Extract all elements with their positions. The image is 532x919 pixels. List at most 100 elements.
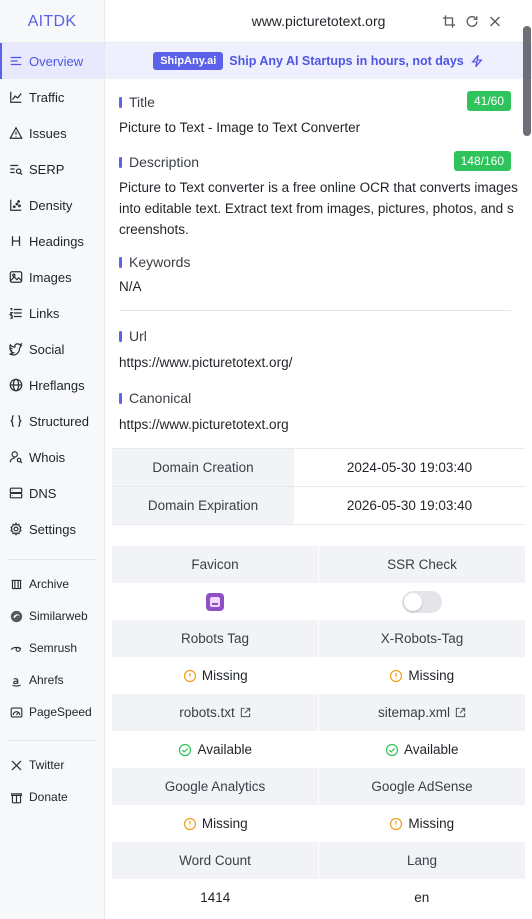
sidebar-item-structured[interactable]: Structured bbox=[0, 403, 104, 439]
sidebar-item-links[interactable]: Links bbox=[0, 295, 104, 331]
sidebar-item-label: Links bbox=[29, 305, 60, 321]
sidebar-item-label: Images bbox=[29, 269, 72, 285]
robots-txt-link[interactable]: robots.txt bbox=[112, 694, 318, 731]
table-row: Favicon SSR Check bbox=[112, 546, 525, 583]
lang-label: Lang bbox=[318, 842, 525, 879]
sidebar-item-traffic[interactable]: Traffic bbox=[0, 79, 104, 115]
sidebar-item-dns[interactable]: DNS bbox=[0, 475, 104, 511]
sidebar-tool-label: Ahrefs bbox=[29, 673, 64, 687]
sidebar-item-social[interactable]: Social bbox=[0, 331, 104, 367]
sidebar-item-headings[interactable]: Headings bbox=[0, 223, 104, 259]
sidebar-item-label: Headings bbox=[29, 233, 84, 249]
sidebar-item-hreflangs[interactable]: Hreflangs bbox=[0, 367, 104, 403]
description-value: Picture to Text converter is a free onli… bbox=[119, 180, 518, 237]
table-row: Google Analytics Google AdSense bbox=[112, 768, 525, 805]
sidebar-item-label: Whois bbox=[29, 449, 66, 465]
structured-icon bbox=[9, 414, 23, 428]
sidebar-item-settings[interactable]: Settings bbox=[0, 511, 104, 547]
sidebar-tool-archive[interactable]: Archive bbox=[0, 568, 104, 600]
check-circle-icon bbox=[385, 743, 399, 757]
warning-icon bbox=[183, 669, 197, 683]
google-adsense-label: Google AdSense bbox=[318, 768, 525, 805]
refresh-icon[interactable] bbox=[465, 13, 479, 29]
google-adsense-status: Missing bbox=[319, 805, 526, 842]
scrollbar[interactable] bbox=[522, 26, 532, 919]
donate-icon bbox=[9, 790, 23, 804]
sidebar-item-label: Overview bbox=[29, 53, 84, 69]
header-actions bbox=[442, 13, 502, 29]
title-field: Title 41/60 Picture to Text - Image to T… bbox=[119, 91, 518, 138]
url-field: Url https://www.picturetotext.org/ bbox=[119, 326, 518, 373]
sidebar-tools: Archive Similarweb Semrush Ahrefs PageSp… bbox=[0, 568, 104, 728]
sidebar-item-label: Structured bbox=[29, 413, 89, 429]
url-value[interactable]: https://www.picturetotext.org/ bbox=[119, 352, 518, 373]
sidebar-item-overview[interactable]: Overview bbox=[0, 43, 104, 79]
check-circle-icon bbox=[178, 743, 192, 757]
google-analytics-status: Missing bbox=[112, 805, 319, 842]
favicon-label: Favicon bbox=[112, 546, 318, 583]
semrush-icon bbox=[9, 641, 23, 655]
sitemap-xml-link[interactable]: sitemap.xml bbox=[318, 694, 525, 731]
table-row bbox=[112, 583, 525, 620]
sidebar-item-images[interactable]: Images bbox=[0, 259, 104, 295]
close-icon[interactable] bbox=[488, 13, 502, 29]
sidebar-item-label: Density bbox=[29, 197, 73, 213]
sidebar-tool-ahrefs[interactable]: Ahrefs bbox=[0, 664, 104, 696]
similarweb-icon bbox=[9, 609, 23, 623]
sidebar-link-twitter[interactable]: Twitter bbox=[0, 749, 104, 781]
images-icon bbox=[9, 270, 23, 284]
whois-icon bbox=[9, 450, 23, 464]
ssr-toggle[interactable] bbox=[401, 590, 442, 613]
sidebar-item-whois[interactable]: Whois bbox=[0, 439, 104, 475]
x-robots-tag-status: Missing bbox=[319, 657, 526, 694]
promo-banner[interactable]: ShipAny.ai Ship Any AI Startups in hours… bbox=[105, 43, 532, 79]
crop-icon[interactable] bbox=[442, 13, 456, 29]
canonical-field: Canonical https://www.picturetotext.org bbox=[119, 388, 518, 435]
scrollbar-thumb[interactable] bbox=[523, 26, 531, 136]
issues-icon bbox=[9, 126, 23, 140]
keywords-value: N/A bbox=[119, 279, 142, 294]
dns-icon bbox=[9, 486, 23, 500]
lightning-icon bbox=[470, 54, 484, 68]
domain-expiration-label: Domain Expiration bbox=[112, 487, 294, 524]
domain-expiration-value: 2026-05-30 19:03:40 bbox=[346, 498, 473, 513]
sidebar-item-serp[interactable]: SERP bbox=[0, 151, 104, 187]
sidebar-item-issues[interactable]: Issues bbox=[0, 115, 104, 151]
sidebar-nav: Overview Traffic Issues SERP Density Hea… bbox=[0, 43, 104, 547]
description-length-badge: 148/160 bbox=[453, 151, 511, 171]
brand-logo[interactable]: AITDK bbox=[0, 0, 104, 43]
settings-icon bbox=[9, 522, 23, 536]
word-count-label: Word Count bbox=[112, 842, 318, 879]
warning-icon bbox=[183, 817, 197, 831]
serp-icon bbox=[9, 162, 23, 176]
canonical-value[interactable]: https://www.picturetotext.org bbox=[119, 414, 518, 435]
promo-text: Ship Any AI Startups in hours, not days bbox=[229, 54, 464, 68]
external-link-icon bbox=[455, 707, 466, 718]
hreflangs-icon bbox=[9, 378, 23, 392]
sidebar-item-density[interactable]: Density bbox=[0, 187, 104, 223]
x-robots-tag-label: X-Robots-Tag bbox=[318, 620, 525, 657]
site-domain: www.picturetotext.org bbox=[251, 13, 386, 29]
table-row: Missing Missing bbox=[112, 805, 525, 842]
sitemap-status: Available bbox=[319, 731, 526, 768]
word-count-value: 1414 bbox=[200, 890, 231, 905]
sidebar-tool-similarweb[interactable]: Similarweb bbox=[0, 600, 104, 632]
sidebar: AITDK Overview Traffic Issues SERP Densi… bbox=[0, 0, 105, 919]
sidebar-tool-semrush[interactable]: Semrush bbox=[0, 632, 104, 664]
overview-icon bbox=[9, 54, 23, 68]
checks-grid: Favicon SSR Check Robots Tag X-Robots-Ta… bbox=[112, 546, 525, 916]
title-value: Picture to Text - Image to Text Converte… bbox=[119, 120, 361, 135]
social-icon bbox=[9, 342, 23, 356]
sidebar-item-label: Settings bbox=[29, 521, 76, 537]
links-icon bbox=[9, 306, 23, 320]
lang-value: en bbox=[414, 890, 430, 905]
google-analytics-label: Google Analytics bbox=[112, 768, 318, 805]
sidebar-item-label: DNS bbox=[29, 485, 57, 501]
sidebar-tool-pagespeed[interactable]: PageSpeed bbox=[0, 696, 104, 728]
meta-section: Title 41/60 Picture to Text - Image to T… bbox=[105, 91, 532, 435]
sidebar-item-label: Hreflangs bbox=[29, 377, 85, 393]
header-bar: www.picturetotext.org bbox=[105, 0, 532, 43]
sidebar-link-donate[interactable]: Donate bbox=[0, 781, 104, 813]
title-length-badge: 41/60 bbox=[466, 91, 511, 111]
archive-icon bbox=[9, 577, 23, 591]
